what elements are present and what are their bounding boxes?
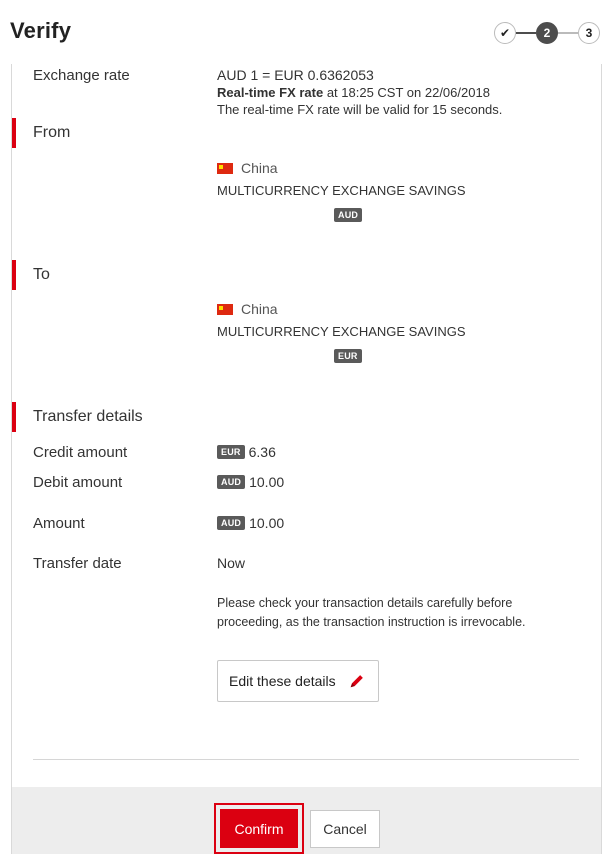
section-divider bbox=[33, 759, 579, 760]
debit-amount-label: Debit amount bbox=[33, 474, 123, 491]
debit-amount-value: AUD 10.00 bbox=[217, 474, 284, 490]
step-2-current: 2 bbox=[536, 22, 558, 44]
step-connector bbox=[516, 32, 536, 34]
transfer-date-label: Transfer date bbox=[33, 555, 122, 572]
from-account-name: MULTICURRENCY EXCHANGE SAVINGS bbox=[217, 183, 466, 198]
edit-details-button[interactable]: Edit these details bbox=[217, 660, 379, 702]
to-section-heading: To bbox=[12, 260, 601, 290]
step-connector bbox=[558, 32, 578, 34]
from-country: China bbox=[217, 160, 278, 176]
currency-badge: AUD bbox=[217, 475, 246, 490]
cancel-button[interactable]: Cancel bbox=[310, 810, 380, 848]
currency-badge: EUR bbox=[334, 348, 362, 363]
to-currency-badge: EUR bbox=[334, 348, 362, 364]
realtime-rate-line: Real-time FX rate at 18:25 CST on 22/06/… bbox=[217, 84, 490, 101]
pencil-icon bbox=[350, 675, 363, 688]
progress-stepper: ✔ 2 3 bbox=[494, 21, 600, 45]
section-accent-bar bbox=[12, 260, 16, 290]
china-flag-icon bbox=[217, 163, 233, 175]
amount: 10.00 bbox=[249, 515, 285, 531]
transfer-heading: Transfer details bbox=[33, 408, 143, 425]
to-country-name: China bbox=[241, 301, 278, 317]
verify-panel: Exchange rate AUD 1 = EUR 0.6362053 Real… bbox=[11, 64, 602, 854]
page-header: Verify ✔ 2 3 bbox=[0, 0, 614, 64]
section-accent-bar bbox=[12, 118, 16, 148]
from-country-name: China bbox=[241, 160, 278, 176]
to-heading: To bbox=[33, 266, 50, 283]
to-country: China bbox=[217, 301, 278, 317]
section-accent-bar bbox=[12, 402, 16, 432]
debit-amount: 10.00 bbox=[249, 474, 285, 490]
credit-amount-value: EUR 6.36 bbox=[217, 444, 276, 460]
rate-validity-text: The real-time FX rate will be valid for … bbox=[217, 102, 503, 117]
amount-value: AUD 10.00 bbox=[217, 515, 284, 531]
currency-badge: AUD bbox=[334, 207, 363, 222]
amount-label: Amount bbox=[33, 515, 85, 532]
confirm-button[interactable]: Confirm bbox=[220, 809, 298, 848]
from-heading: From bbox=[33, 124, 71, 141]
realtime-rate-time: at 18:25 CST on 22/06/2018 bbox=[323, 85, 490, 100]
from-currency-badge: AUD bbox=[334, 207, 363, 223]
edit-details-label: Edit these details bbox=[229, 673, 336, 689]
china-flag-icon bbox=[217, 304, 233, 316]
currency-badge: AUD bbox=[217, 516, 246, 531]
credit-amount: 6.36 bbox=[248, 444, 276, 460]
realtime-rate-bold: Real-time FX rate bbox=[217, 85, 324, 100]
step-1-complete-icon: ✔ bbox=[494, 22, 516, 44]
credit-amount-label: Credit amount bbox=[33, 444, 128, 461]
from-section-heading: From bbox=[12, 118, 601, 148]
exchange-rate-value: AUD 1 = EUR 0.6362053 bbox=[217, 67, 374, 83]
page-title: Verify bbox=[10, 18, 72, 43]
exchange-rate-label: Exchange rate bbox=[33, 67, 130, 84]
transfer-date-value: Now bbox=[217, 555, 246, 571]
to-account-name: MULTICURRENCY EXCHANGE SAVINGS bbox=[217, 324, 466, 339]
currency-badge: EUR bbox=[217, 445, 245, 460]
step-3-pending: 3 bbox=[578, 22, 600, 44]
transfer-details-heading: Transfer details bbox=[12, 402, 601, 432]
action-footer: Confirm Cancel bbox=[12, 787, 601, 854]
irrevocable-notice: Please check your transaction details ca… bbox=[217, 596, 526, 629]
